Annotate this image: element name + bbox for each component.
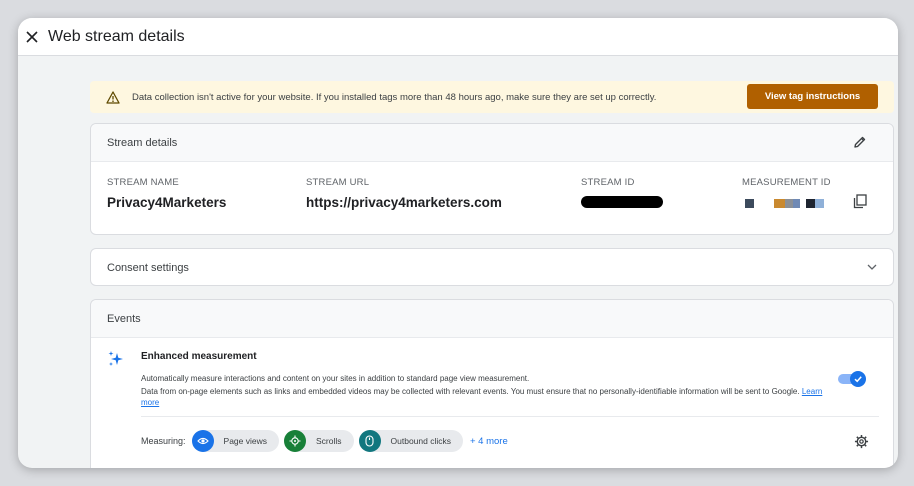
divider	[141, 416, 879, 417]
consent-settings-title: Consent settings	[107, 262, 189, 274]
view-tag-instructions-button[interactable]: View tag instructions	[747, 84, 878, 109]
close-icon	[26, 30, 38, 43]
chip-scrolls-label: Scrolls	[316, 436, 342, 446]
measurement-id-label: MEASUREMENT ID	[742, 177, 831, 188]
enhanced-measurement-note: Data from on-page elements such as links…	[141, 386, 841, 408]
check-icon	[850, 371, 866, 387]
panel-header: Web stream details	[18, 18, 898, 56]
events-title: Events	[107, 312, 141, 325]
more-events-link[interactable]: + 4 more	[470, 436, 508, 447]
gear-icon[interactable]	[854, 434, 870, 450]
stream-details-header: Stream details	[91, 124, 893, 162]
mouse-icon	[358, 430, 381, 452]
measuring-row: Measuring: Page views Scrolls Outbound c…	[141, 430, 508, 452]
stream-id-redacted	[581, 196, 663, 208]
warning-banner: Data collection isn't active for your we…	[90, 81, 894, 113]
consent-settings-card[interactable]: Consent settings	[90, 248, 894, 286]
warning-icon	[106, 89, 122, 105]
enhanced-measurement-toggle[interactable]	[838, 371, 866, 387]
measurement-id-redacted	[742, 197, 831, 209]
consent-settings-header: Consent settings	[91, 249, 893, 287]
eye-icon	[191, 430, 214, 452]
close-button[interactable]	[22, 27, 42, 47]
enhanced-measurement-title: Enhanced measurement	[141, 351, 257, 362]
chip-page-views[interactable]: Page views	[191, 430, 279, 452]
sparkle-icon	[107, 350, 125, 368]
chip-scrolls[interactable]: Scrolls	[284, 430, 354, 452]
stream-id-field: STREAM ID	[581, 177, 663, 208]
stream-name-field: STREAM NAME Privacy4Marketers	[107, 177, 226, 210]
stream-details-card: Stream details STREAM NAME Privacy4Marke…	[90, 123, 894, 235]
stream-name-value: Privacy4Marketers	[107, 195, 227, 210]
main-content: Data collection isn't active for your we…	[90, 81, 894, 468]
measuring-label: Measuring:	[141, 436, 186, 446]
chevron-down-icon[interactable]	[867, 262, 879, 274]
web-stream-panel: Web stream details Data collection isn't…	[18, 18, 898, 468]
page-title: Web stream details	[48, 27, 185, 45]
stream-url-label: STREAM URL	[306, 177, 370, 188]
edit-icon[interactable]	[853, 135, 869, 151]
stream-name-label: STREAM NAME	[107, 177, 179, 188]
stream-id-label: STREAM ID	[581, 177, 635, 188]
copy-icon[interactable]	[853, 194, 869, 210]
stream-url-value: https://privacy4marketers.com	[306, 195, 502, 210]
chip-outbound-clicks[interactable]: Outbound clicks	[358, 430, 463, 452]
chip-outbound-clicks-label: Outbound clicks	[390, 436, 451, 446]
stream-details-title: Stream details	[107, 136, 178, 149]
scroll-target-icon	[284, 430, 306, 452]
events-header: Events	[91, 300, 893, 338]
chip-page-views-label: Page views	[223, 436, 267, 446]
enhanced-measurement-description: Automatically measure interactions and c…	[141, 374, 530, 383]
banner-message: Data collection isn't active for your we…	[132, 91, 657, 103]
measurement-id-field: MEASUREMENT ID	[742, 177, 831, 209]
enhanced-measurement-note-text: Data from on-page elements such as links…	[141, 387, 800, 396]
stream-url-field: STREAM URL https://privacy4marketers.com	[306, 177, 502, 210]
events-card: Events Enhanced measurement Automaticall…	[90, 299, 894, 468]
